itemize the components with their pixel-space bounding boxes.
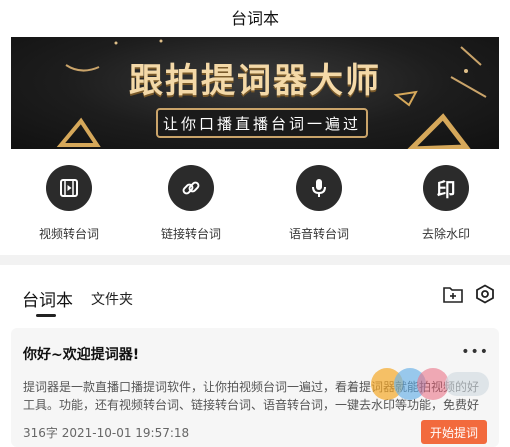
banner-subtitle-pill: 让你口播直播台词一遍过 [156, 108, 368, 138]
feature-remove-watermark[interactable]: 印 去除水印 [391, 165, 501, 242]
new-folder-icon[interactable] [442, 283, 464, 305]
tab-folders[interactable]: 文件夹 [91, 289, 133, 311]
feature-label: 去除水印 [421, 227, 470, 241]
timestamp: 2021-10-01 19:57:18 [61, 426, 190, 440]
feature-voice-to-script[interactable]: 语音转台词 [264, 165, 374, 242]
film-icon [46, 165, 92, 211]
settings-hexagon-icon[interactable] [474, 283, 496, 305]
feature-label: 语音转台词 [288, 227, 349, 241]
word-count: 316字 [23, 426, 58, 440]
tab-bar: 台词本 文件夹 [22, 281, 133, 311]
remove-watermark-icon: 印 [423, 165, 469, 211]
feature-link-to-script[interactable]: 链接转台词 [136, 165, 246, 242]
more-options-icon[interactable]: ••• [461, 344, 489, 360]
script-title: 你好~欢迎提词器! [23, 347, 140, 363]
promo-banner[interactable]: 跟拍提词器大师 让你口播直播台词一遍过 [11, 37, 499, 149]
top-bar: 台词本 [0, 0, 510, 33]
banner-subtitle: 让你口播直播台词一遍过 [162, 114, 361, 133]
feature-label: 视频转台词 [38, 227, 99, 241]
tab-scripts[interactable]: 台词本 [22, 286, 73, 311]
active-tab-indicator [36, 314, 56, 317]
link-icon [168, 165, 214, 211]
feature-video-to-script[interactable]: 视频转台词 [14, 165, 124, 242]
script-panel: 台词本 文件夹 你好~欢迎提词器! ••• 提词器是一款直播口播提词软件，让你拍… [0, 265, 510, 447]
remove-watermark-glyph: 印 [436, 178, 456, 201]
microphone-icon [296, 165, 342, 211]
feature-row: 视频转台词 链接转台词 语音转台词 印 去除水印 [0, 153, 510, 255]
site-watermark-logo [371, 368, 489, 400]
script-meta: 316字 2021-10-01 19:57:18 [23, 424, 189, 441]
feature-label: 链接转台词 [160, 227, 221, 241]
start-prompter-button[interactable]: 开始提词 [421, 420, 487, 444]
banner-container: 跟拍提词器大师 让你口播直播台词一遍过 [0, 33, 510, 153]
page-title: 台词本 [230, 8, 279, 28]
banner-headline: 跟拍提词器大师 [129, 61, 381, 101]
